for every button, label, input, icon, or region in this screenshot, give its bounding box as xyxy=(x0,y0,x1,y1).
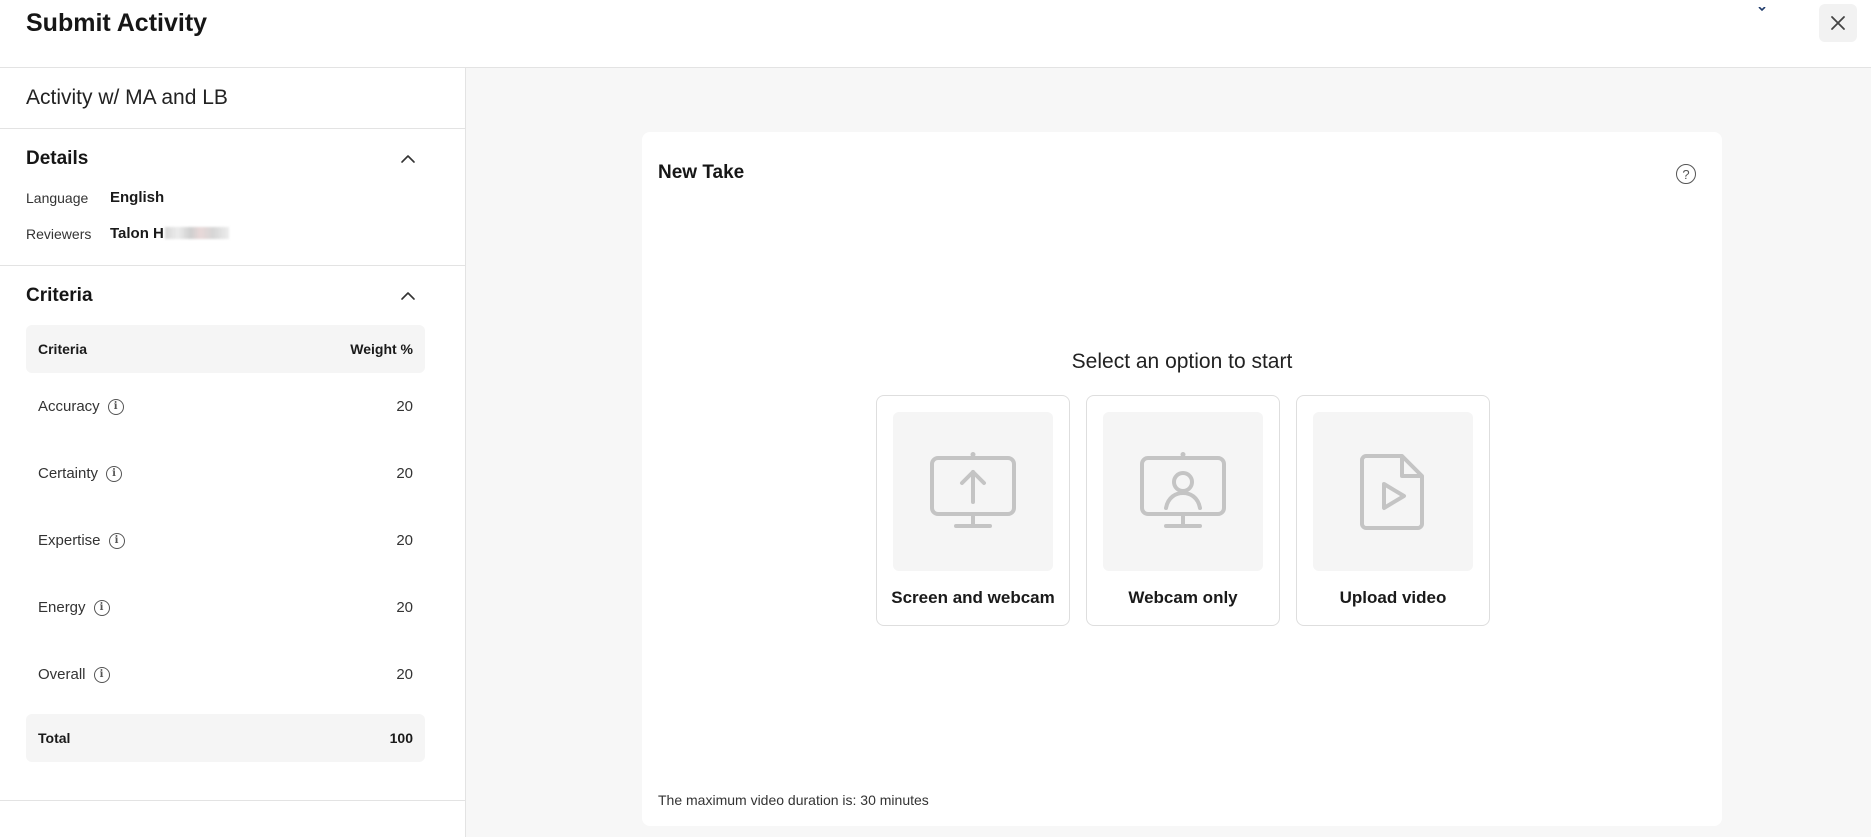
language-label: Language xyxy=(26,190,89,206)
webcam-person-icon xyxy=(1140,451,1226,528)
screen-upload-icon xyxy=(930,451,1016,528)
screen-and-webcam-option[interactable]: Screen and webcam xyxy=(876,395,1070,626)
video-file-icon xyxy=(1360,453,1424,530)
reviewer-name: Talon H xyxy=(110,225,164,242)
criteria-name: Energy xyxy=(38,599,86,616)
new-take-title: New Take xyxy=(658,162,745,183)
page-title: Submit Activity xyxy=(26,9,208,37)
reviewers-label: Reviewers xyxy=(26,226,92,242)
criteria-weight: 20 xyxy=(396,532,413,549)
header: Submit Activity xyxy=(0,0,1871,68)
criteria-row-energy: Energy i 20 xyxy=(26,574,425,641)
criteria-collapse-toggle[interactable] xyxy=(398,289,418,303)
language-value: English xyxy=(110,189,165,206)
main-area: New Take ? Select an option to start Scr… xyxy=(466,68,1871,837)
sidebar: Activity w/ MA and LB Details Language E… xyxy=(0,68,466,837)
criteria-table: Criteria Weight % Accuracy i 20 Certainty… xyxy=(26,325,425,762)
criteria-table-header: Criteria Weight % xyxy=(26,325,425,373)
redacted-name xyxy=(164,227,229,239)
help-icon[interactable]: ? xyxy=(1676,164,1696,184)
reviewers-value: Talon H xyxy=(110,225,229,242)
info-icon[interactable]: i xyxy=(108,532,125,549)
total-label: Total xyxy=(38,730,71,746)
criteria-weight: 20 xyxy=(396,398,413,415)
divider xyxy=(0,265,465,266)
details-title: Details xyxy=(26,148,89,169)
option-label: Upload video xyxy=(1339,588,1447,607)
criteria-name: Certainty xyxy=(38,465,99,482)
criteria-weight: 20 xyxy=(396,599,413,616)
upload-video-option[interactable]: Upload video xyxy=(1296,395,1490,626)
max-duration-note: The maximum video duration is: 30 minute… xyxy=(658,792,929,808)
select-option-prompt: Select an option to start xyxy=(1071,350,1293,373)
criteria-name: Accuracy xyxy=(38,398,100,415)
info-icon[interactable]: i xyxy=(107,398,124,415)
criteria-name: Overall xyxy=(38,666,86,683)
option-thumbnail xyxy=(893,412,1053,571)
activity-name: Activity w/ MA and LB xyxy=(26,86,228,109)
chevron-up-icon xyxy=(401,292,415,300)
criteria-row-expertise: Expertise i 20 xyxy=(26,507,425,574)
criteria-row-certainty: Certainty i 20 xyxy=(26,440,425,507)
criteria-weight: 20 xyxy=(396,666,413,683)
criteria-name: Expertise xyxy=(38,532,101,549)
total-value: 100 xyxy=(389,730,413,746)
option-thumbnail xyxy=(1103,412,1263,571)
close-icon xyxy=(1831,16,1845,30)
divider xyxy=(0,800,465,801)
criteria-row-overall: Overall i 20 xyxy=(26,641,425,708)
weight-column-header: Weight % xyxy=(350,341,413,357)
option-label: Screen and webcam xyxy=(891,588,1055,607)
header-mark xyxy=(1757,0,1767,12)
chevron-up-icon xyxy=(401,155,415,163)
criteria-column-header: Criteria xyxy=(38,341,88,357)
divider xyxy=(0,128,465,129)
criteria-weight: 20 xyxy=(396,465,413,482)
submit-activity-dialog: Submit Activity Activity w/ MA and LB De… xyxy=(0,0,1871,837)
info-icon[interactable]: i xyxy=(93,666,110,683)
close-button[interactable] xyxy=(1819,4,1857,42)
criteria-title: Criteria xyxy=(26,285,93,306)
criteria-total-row: Total 100 xyxy=(26,714,425,762)
option-label: Webcam only xyxy=(1128,588,1238,607)
option-thumbnail xyxy=(1313,412,1473,571)
details-collapse-toggle[interactable] xyxy=(398,152,418,166)
criteria-row-accuracy: Accuracy i 20 xyxy=(26,373,425,440)
info-icon[interactable]: i xyxy=(93,599,110,616)
webcam-only-option[interactable]: Webcam only xyxy=(1086,395,1280,626)
info-icon[interactable]: i xyxy=(106,465,123,482)
new-take-card: New Take ? Select an option to start Scr… xyxy=(642,132,1722,826)
